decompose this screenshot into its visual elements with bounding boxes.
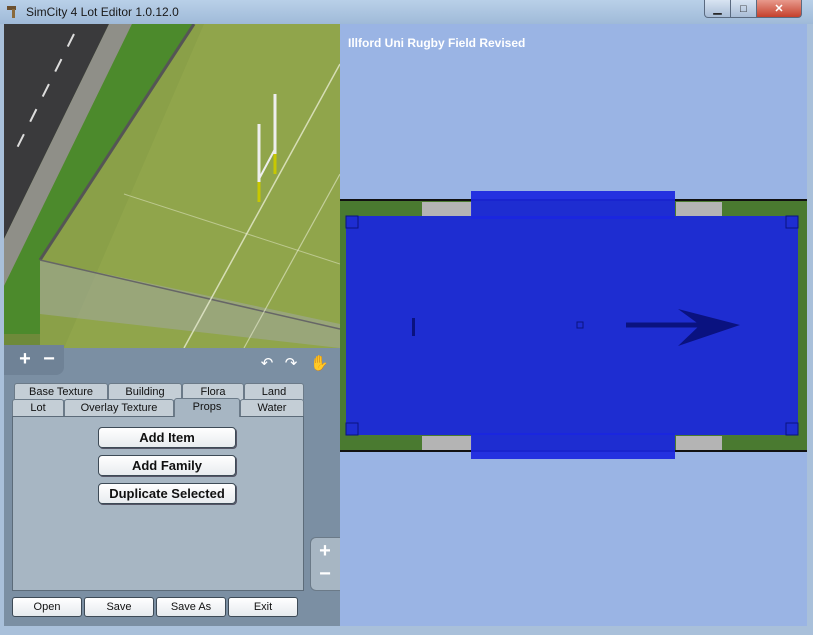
duplicate-selected-button[interactable]: Duplicate Selected xyxy=(98,483,236,504)
window-frame-bottom xyxy=(0,626,813,635)
maximize-icon: □ xyxy=(740,2,747,15)
window-frame-right[interactable] xyxy=(807,24,813,635)
app-hammer-icon xyxy=(7,6,16,18)
title-bar: SimCity 4 Lot Editor 1.0.12.0 xyxy=(0,0,813,25)
canvas-zoom-in-button[interactable]: + xyxy=(316,540,334,563)
canvas-zoom-out-button[interactable]: − xyxy=(316,563,334,586)
hand-pan-icon[interactable]: ✋ xyxy=(310,354,329,372)
add-family-button[interactable]: Add Family xyxy=(98,455,236,476)
maximize-button[interactable]: □ xyxy=(730,0,757,18)
tab-base-texture[interactable]: Base Texture xyxy=(14,383,108,400)
preview-render xyxy=(4,24,340,348)
selected-prop-bottom xyxy=(471,433,675,459)
tab-building[interactable]: Building xyxy=(108,383,182,400)
tab-lot[interactable]: Lot xyxy=(12,399,64,416)
rotate-left-icon[interactable]: ↶ xyxy=(258,354,276,372)
lot-top-view xyxy=(340,191,807,459)
exit-button[interactable]: Exit xyxy=(228,597,298,617)
rotate-right-icon[interactable]: ↷ xyxy=(282,354,300,372)
save-as-button[interactable]: Save As xyxy=(156,597,226,617)
zoom-out-button[interactable]: − xyxy=(40,348,58,371)
tab-water[interactable]: Water xyxy=(240,399,304,416)
tab-props[interactable]: Props xyxy=(174,398,240,417)
tab-land[interactable]: Land xyxy=(244,383,304,400)
lot-preview-3d[interactable] xyxy=(4,24,340,348)
selected-prop-top xyxy=(471,191,675,219)
minimize-icon: ▁ xyxy=(713,3,722,15)
add-item-button[interactable]: Add Item xyxy=(98,427,236,448)
minimize-button[interactable]: ▁ xyxy=(704,0,731,18)
open-button[interactable]: Open xyxy=(12,597,82,617)
window-title: SimCity 4 Lot Editor 1.0.12.0 xyxy=(26,5,179,19)
zoom-in-button[interactable]: + xyxy=(16,348,34,371)
close-button[interactable]: ✕ xyxy=(756,0,802,18)
save-button[interactable]: Save xyxy=(84,597,154,617)
lot-canvas[interactable]: Illford Uni Rugby Field Revised xyxy=(340,24,807,626)
close-icon: ✕ xyxy=(774,3,784,15)
tab-overlay-texture[interactable]: Overlay Texture xyxy=(64,399,174,416)
